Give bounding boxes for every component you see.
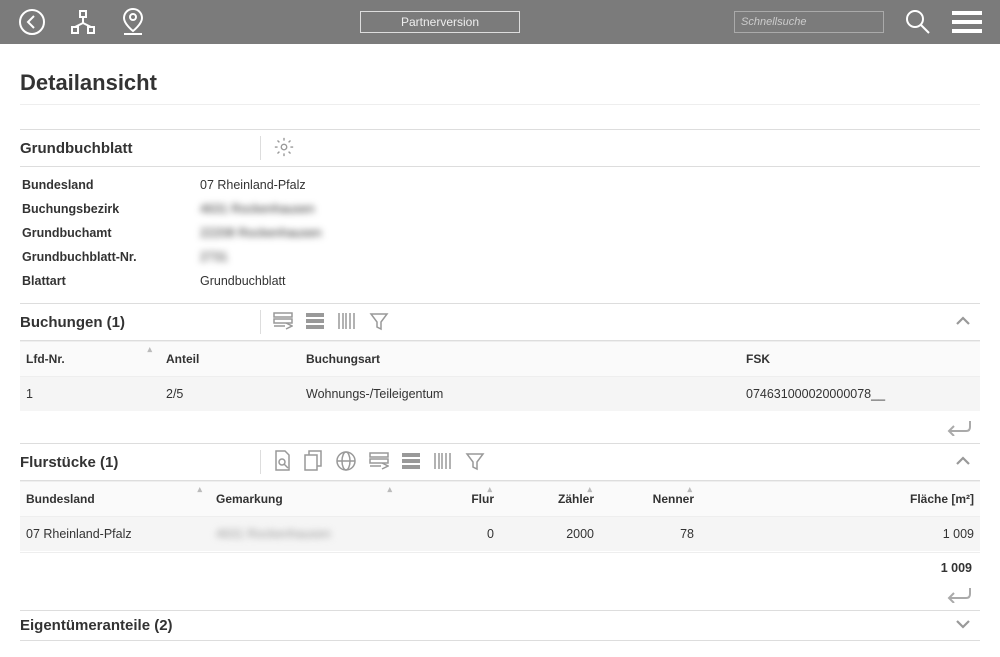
section-header-buchungen: Buchungen (1) (20, 303, 980, 341)
columns-icon[interactable] (273, 312, 293, 333)
cell-flur: 0 (400, 517, 500, 552)
cell-gemarkung: 4631 Rockenhausen (210, 517, 400, 552)
col-bundesland[interactable]: Bundesland (20, 482, 210, 517)
col-flaeche[interactable]: Fläche [m²] (700, 482, 980, 517)
cell-bundesland: 07 Rheinland-Pfalz (20, 517, 210, 552)
cell-buchungsart: Wohnungs-/Teileigentum (300, 377, 740, 412)
quick-search-input[interactable] (739, 15, 886, 29)
filter-icon[interactable] (465, 451, 485, 474)
field-value: 07 Rheinland-Pfalz (200, 178, 306, 192)
list-icon[interactable] (305, 312, 325, 333)
page-title: Detailansicht (20, 70, 980, 105)
return-icon[interactable] (946, 418, 972, 439)
field-value: 4631 Rockenhausen (200, 202, 315, 216)
section-header-flurstuecke: Flurstücke (1) (20, 443, 980, 481)
field-value: 2731 (200, 250, 228, 264)
field-value: Grundbuchblatt (200, 274, 285, 288)
advanced-search-icon[interactable] (904, 8, 932, 36)
col-flur[interactable]: Flur (400, 482, 500, 517)
collapse-toggle-buchungen[interactable] (954, 314, 980, 331)
field-value: 22208 Rockenhausen (200, 226, 322, 240)
field-grundbuchamt: Grundbuchamt 22208 Rockenhausen (20, 221, 980, 245)
section-title-flurstuecke: Flurstücke (1) (20, 454, 252, 471)
section-title-buchungen: Buchungen (1) (20, 314, 252, 331)
back-button[interactable] (18, 8, 46, 36)
partner-version-button[interactable]: Partnerversion (360, 11, 520, 33)
cell-zaehler: 2000 (500, 517, 600, 552)
field-label: Grundbuchamt (20, 226, 200, 240)
globe-icon[interactable] (335, 450, 357, 475)
field-label: Blattart (20, 274, 200, 288)
barcode-icon[interactable] (433, 451, 453, 474)
return-icon[interactable] (946, 585, 972, 606)
content-area: Detailansicht Grundbuchblatt Bundesland … (0, 44, 1000, 657)
copy-icon[interactable] (303, 450, 323, 475)
table-header-row: Bundesland Gemarkung Flur Zähler Nenner … (20, 482, 980, 517)
field-buchungsbezirk: Buchungsbezirk 4631 Rockenhausen (20, 197, 980, 221)
col-fsk[interactable]: FSK (740, 342, 980, 377)
field-blattart: Blattart Grundbuchblatt (20, 269, 980, 293)
document-search-icon[interactable] (273, 450, 291, 475)
table-row[interactable]: 1 2/5 Wohnungs-/Teileigentum 07463100002… (20, 377, 980, 412)
field-label: Grundbuchblatt-Nr. (20, 250, 200, 264)
section-title-grundbuchblatt: Grundbuchblatt (20, 140, 252, 157)
section-title-eigentumeranteile: Eigentümeranteile (2) (20, 617, 173, 634)
col-lfdnr[interactable]: Lfd-Nr. (20, 342, 160, 377)
list-icon[interactable] (401, 452, 421, 473)
expand-toggle-eigentumeranteile[interactable] (954, 617, 980, 634)
location-icon[interactable] (120, 7, 146, 37)
flurstuecke-table: Bundesland Gemarkung Flur Zähler Nenner … (20, 481, 980, 552)
field-label: Buchungsbezirk (20, 202, 200, 216)
cell-anteil: 2/5 (160, 377, 300, 412)
gear-icon[interactable] (273, 136, 295, 161)
field-bundesland: Bundesland 07 Rheinland-Pfalz (20, 173, 980, 197)
network-icon[interactable] (70, 9, 96, 35)
field-blattnr: Grundbuchblatt-Nr. 2731 (20, 245, 980, 269)
quick-search[interactable] (734, 11, 884, 33)
columns-icon[interactable] (369, 452, 389, 473)
cell-lfdnr: 1 (20, 377, 160, 412)
section-header-grundbuchblatt: Grundbuchblatt (20, 129, 980, 167)
cell-nenner: 78 (600, 517, 700, 552)
col-nenner[interactable]: Nenner (600, 482, 700, 517)
cell-fsk: 074631000020000078__ (740, 377, 980, 412)
col-anteil[interactable]: Anteil (160, 342, 300, 377)
filter-icon[interactable] (369, 311, 389, 334)
flaeche-sum: 1 009 (20, 552, 980, 579)
col-buchungsart[interactable]: Buchungsart (300, 342, 740, 377)
field-label: Bundesland (20, 178, 200, 192)
top-bar: Partnerversion (0, 0, 1000, 44)
col-gemarkung[interactable]: Gemarkung (210, 482, 400, 517)
cell-flaeche: 1 009 (700, 517, 980, 552)
table-header-row: Lfd-Nr. Anteil Buchungsart FSK (20, 342, 980, 377)
col-zaehler[interactable]: Zähler (500, 482, 600, 517)
section-header-eigentumeranteile: Eigentümeranteile (2) (20, 610, 980, 641)
table-row[interactable]: 07 Rheinland-Pfalz 4631 Rockenhausen 0 2… (20, 517, 980, 552)
grundbuchblatt-fields: Bundesland 07 Rheinland-Pfalz Buchungsbe… (20, 167, 980, 303)
barcode-icon[interactable] (337, 311, 357, 334)
buchungen-table: Lfd-Nr. Anteil Buchungsart FSK 1 2/5 Woh… (20, 341, 980, 412)
menu-button[interactable] (952, 11, 982, 33)
collapse-toggle-flurstuecke[interactable] (954, 454, 980, 471)
